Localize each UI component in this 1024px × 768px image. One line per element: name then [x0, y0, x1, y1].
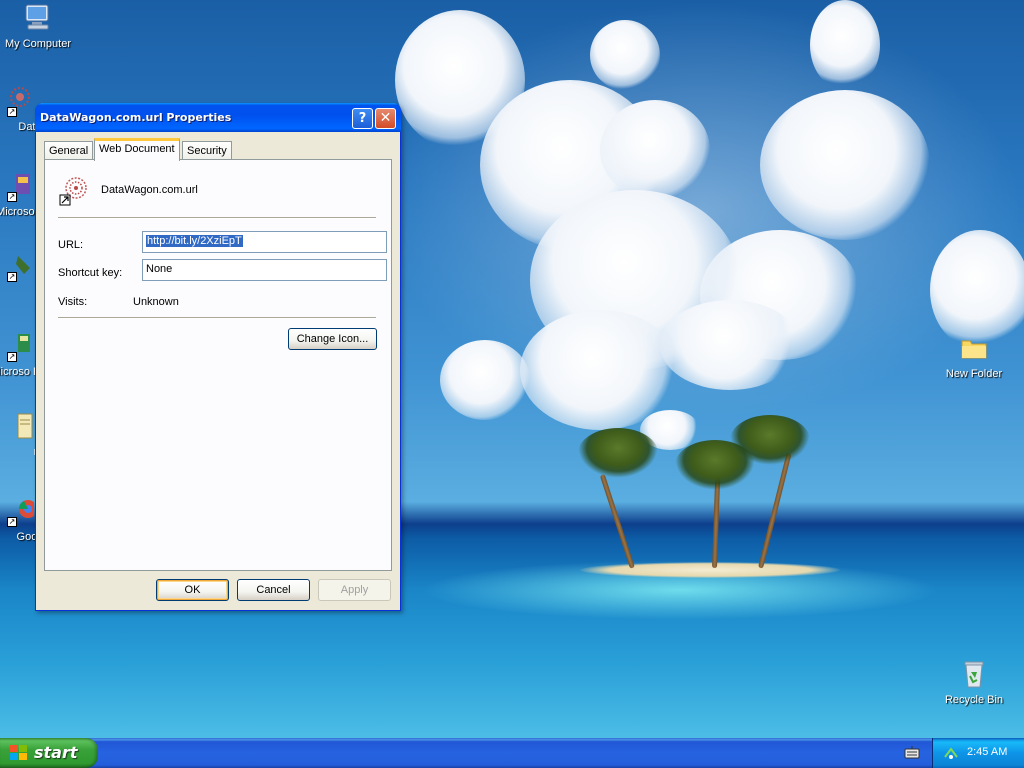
tab-security[interactable]: Security: [182, 141, 232, 160]
system-tray: 2:45 AM: [932, 738, 1024, 768]
app-shortcut-icon: ↗: [2, 170, 34, 202]
ok-button[interactable]: OK: [156, 579, 229, 601]
help-button[interactable]: ?: [352, 108, 373, 129]
properties-dialog: DataWagon.com.url Properties ? ✕ General…: [35, 103, 401, 611]
cloud: [660, 300, 800, 390]
shortcut-key-field[interactable]: None: [142, 259, 387, 281]
palm-crown: [578, 428, 658, 478]
palm-trunk: [599, 474, 635, 569]
cloud: [590, 20, 660, 90]
shortcut-key-value: None: [146, 263, 173, 275]
island: [580, 562, 840, 578]
app-shortcut-icon: ↗: [2, 250, 34, 282]
desktop-icon-new-folder[interactable]: New Folder: [936, 332, 1012, 380]
file-name-label: DataWagon.com.url: [101, 184, 198, 196]
url-value: http://bit.ly/2XziEpT: [146, 235, 243, 247]
url-file-icon: [59, 174, 91, 206]
windows-logo-icon: [10, 745, 28, 761]
cancel-button[interactable]: Cancel: [237, 579, 310, 601]
url-field[interactable]: http://bit.ly/2XziEpT: [142, 231, 387, 253]
close-button[interactable]: ✕: [375, 108, 396, 129]
cloud: [600, 100, 710, 200]
network-icon[interactable]: [943, 745, 959, 761]
recycle-bin-icon: [958, 658, 990, 690]
desktop-icon-label: Recycle Bin: [944, 694, 1004, 706]
desktop[interactable]: My Computer ↗ DataW ↗ Microso C+ ↗ M ↗ M…: [0, 0, 1024, 738]
tab-general[interactable]: General: [44, 141, 94, 160]
url-label: URL:: [58, 239, 84, 251]
shortcut-arrow-icon: ↗: [7, 517, 17, 527]
start-label: start: [34, 743, 78, 762]
separator: [58, 217, 376, 219]
app-shortcut-icon: ↗: [2, 330, 34, 362]
keyboard-icon[interactable]: [904, 746, 920, 760]
web-shortcut-icon: ↗: [2, 85, 34, 117]
desktop-icon-label: New Folder: [945, 368, 1003, 380]
web-document-panel: DataWagon.com.url URL: http://bit.ly/2Xz…: [44, 159, 392, 571]
separator: [58, 317, 376, 319]
visits-value: Unknown: [133, 296, 179, 308]
taskbar: start 2:45 AM: [0, 738, 1024, 768]
cloud: [810, 0, 880, 90]
apply-button[interactable]: Apply: [318, 579, 391, 601]
start-button[interactable]: start: [0, 738, 98, 768]
browser-shortcut-icon: ↗: [2, 495, 37, 527]
cloud: [760, 90, 930, 240]
change-icon-button[interactable]: Change Icon...: [288, 328, 377, 350]
desktop-icon-recycle-bin[interactable]: Recycle Bin: [936, 658, 1012, 706]
desktop-icon-label: My Computer: [4, 38, 72, 50]
dialog-title: DataWagon.com.url Properties: [40, 111, 232, 124]
palm-crown: [730, 415, 810, 465]
palm-trunk: [758, 452, 792, 569]
shortcut-arrow-icon: ↗: [7, 272, 17, 282]
clock[interactable]: 2:45 AM: [967, 746, 1007, 758]
file-icon: [2, 410, 34, 442]
folder-icon: [958, 332, 990, 364]
visits-label: Visits:: [58, 296, 88, 308]
dialog-titlebar[interactable]: DataWagon.com.url Properties ? ✕: [35, 103, 401, 132]
desktop-icon-my-computer[interactable]: My Computer: [0, 2, 76, 50]
tab-web-document[interactable]: Web Document: [94, 138, 180, 161]
shortcut-key-label: Shortcut key:: [58, 267, 123, 279]
shortcut-arrow-icon: ↗: [7, 352, 17, 362]
cloud: [440, 340, 530, 420]
computer-icon: [22, 2, 54, 34]
shortcut-arrow-icon: ↗: [7, 107, 17, 117]
shortcut-arrow-icon: ↗: [7, 192, 17, 202]
